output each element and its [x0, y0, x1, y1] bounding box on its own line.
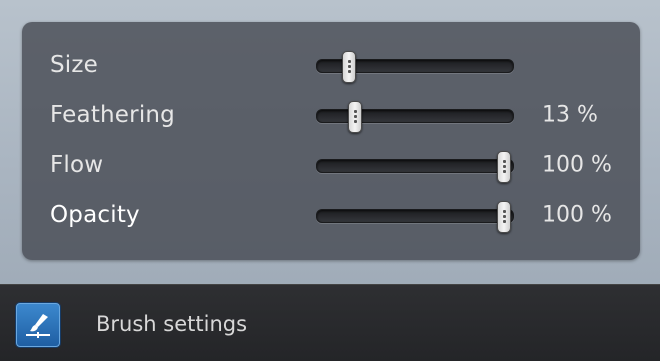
flow-value: 100 %	[542, 152, 612, 178]
brush-settings-panel: Size Feathering 13 % Flow 100 % Opacity …	[22, 22, 640, 260]
opacity-slider-track[interactable]	[316, 201, 514, 233]
opacity-slider-thumb[interactable]	[497, 201, 512, 233]
brush-settings-title: Brush settings	[96, 311, 248, 336]
size-slider-thumb[interactable]	[342, 51, 357, 83]
feathering-slider-thumb[interactable]	[348, 101, 363, 133]
opacity-value: 100 %	[542, 202, 612, 228]
size-row: Size	[22, 40, 640, 90]
feathering-value: 13 %	[542, 102, 598, 128]
size-slider-track[interactable]	[316, 51, 514, 83]
feathering-slider-track[interactable]	[316, 101, 514, 133]
flow-row: Flow 100 %	[22, 140, 640, 190]
bottom-toolbar: Brush settings	[0, 284, 660, 361]
brush-icon	[26, 314, 50, 338]
flow-slider-thumb[interactable]	[497, 151, 512, 183]
flow-slider-track[interactable]	[316, 151, 514, 183]
brush-settings-window: Size Feathering 13 % Flow 100 % Opacity …	[0, 0, 660, 361]
opacity-row: Opacity 100 %	[22, 190, 640, 240]
feathering-label: Feathering	[50, 102, 175, 128]
flow-label: Flow	[50, 152, 104, 178]
size-label: Size	[50, 52, 99, 78]
opacity-label: Opacity	[50, 202, 140, 228]
feathering-row: Feathering 13 %	[22, 90, 640, 140]
brush-settings-button[interactable]	[16, 303, 60, 347]
